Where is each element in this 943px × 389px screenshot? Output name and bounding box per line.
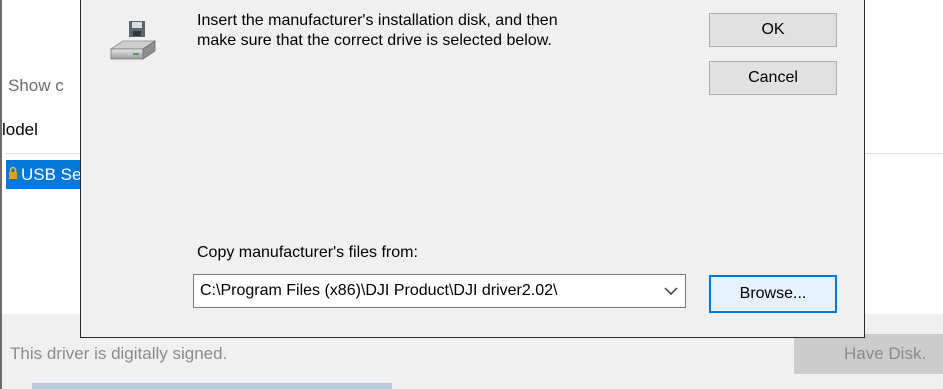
instruction-text: Insert the manufacturer's installation d… <box>197 12 558 49</box>
browse-button[interactable]: Browse... <box>709 275 837 313</box>
path-value[interactable]: C:\Program Files (x86)\DJI Product\DJI d… <box>200 275 652 307</box>
ok-button[interactable]: OK <box>709 13 837 47</box>
install-from-disk-dialog: Insert the manufacturer's installation d… <box>80 0 865 338</box>
model-column-header: lodel <box>2 120 38 139</box>
cancel-button[interactable]: Cancel <box>709 61 837 95</box>
show-compatible-checkbox-label[interactable]: Show c <box>8 76 64 96</box>
model-list-item-label: USB Se <box>21 165 82 184</box>
signed-driver-icon <box>9 166 17 179</box>
copy-from-label: Copy manufacturer's files from: <box>197 244 418 261</box>
signing-info-link[interactable] <box>32 383 392 389</box>
signed-status-text: This driver is digitally signed. <box>10 344 228 363</box>
copy-from-combobox[interactable]: C:\Program Files (x86)\DJI Product\DJI d… <box>193 274 686 308</box>
have-disk-button[interactable]: Have Disk. <box>794 334 943 374</box>
chevron-down-icon[interactable] <box>663 284 679 298</box>
disk-drive-icon <box>109 21 157 60</box>
